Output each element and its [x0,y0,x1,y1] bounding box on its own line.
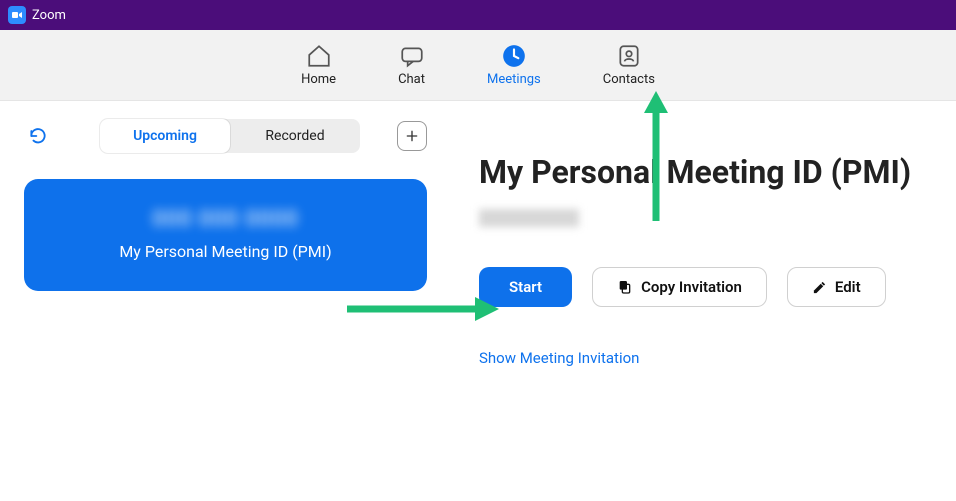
zoom-app-icon [8,6,26,24]
show-meeting-invitation-link[interactable]: Show Meeting Invitation [479,349,928,367]
refresh-button[interactable] [24,122,52,150]
nav-home-label: Home [301,72,336,87]
clock-icon [501,43,527,69]
copy-icon [617,279,633,295]
copy-invitation-label: Copy Invitation [641,278,742,296]
nav-contacts[interactable]: Contacts [603,43,655,87]
copy-invitation-button[interactable]: Copy Invitation [592,267,767,307]
left-toolbar: Upcoming Recorded [24,119,427,153]
pencil-icon [812,280,827,295]
chat-icon [399,43,425,69]
nav-meetings-label: Meetings [487,72,541,87]
edit-button-label: Edit [835,278,861,296]
pmi-card[interactable]: 000 000 0000 My Personal Meeting ID (PMI… [24,179,427,291]
segment-control: Upcoming Recorded [100,119,360,153]
nav-chat[interactable]: Chat [398,43,425,87]
left-pane: Upcoming Recorded 000 000 0000 My Person… [0,101,451,501]
titlebar: Zoom [0,0,956,30]
nav-chat-label: Chat [398,72,425,87]
top-navbar: Home Chat Meetings Contacts [0,30,956,101]
contacts-icon [616,43,642,69]
app-title: Zoom [32,8,66,23]
nav-meetings[interactable]: Meetings [487,43,541,87]
show-meeting-invitation-label: Show Meeting Invitation [479,349,639,367]
pmi-card-id: 000 000 0000 [44,207,407,232]
nav-home[interactable]: Home [301,43,336,87]
plus-icon [404,128,420,144]
right-pane: My Personal Meeting ID (PMI) Start Copy … [451,101,956,501]
tab-upcoming[interactable]: Upcoming [100,119,230,153]
nav-contacts-label: Contacts [603,72,655,87]
pmi-card-subtitle: My Personal Meeting ID (PMI) [44,242,407,261]
pmi-id-redacted [479,209,579,227]
home-icon [306,43,332,69]
refresh-icon [28,126,48,146]
tab-upcoming-label: Upcoming [133,128,197,144]
start-button[interactable]: Start [479,267,572,307]
edit-button[interactable]: Edit [787,267,886,307]
tab-recorded-label: Recorded [265,128,324,144]
tab-recorded[interactable]: Recorded [230,119,360,153]
action-row: Start Copy Invitation Edit [479,267,928,307]
start-button-label: Start [509,278,542,296]
page-title: My Personal Meeting ID (PMI) [479,153,928,191]
add-meeting-button[interactable] [397,121,427,151]
main-area: Upcoming Recorded 000 000 0000 My Person… [0,101,956,501]
